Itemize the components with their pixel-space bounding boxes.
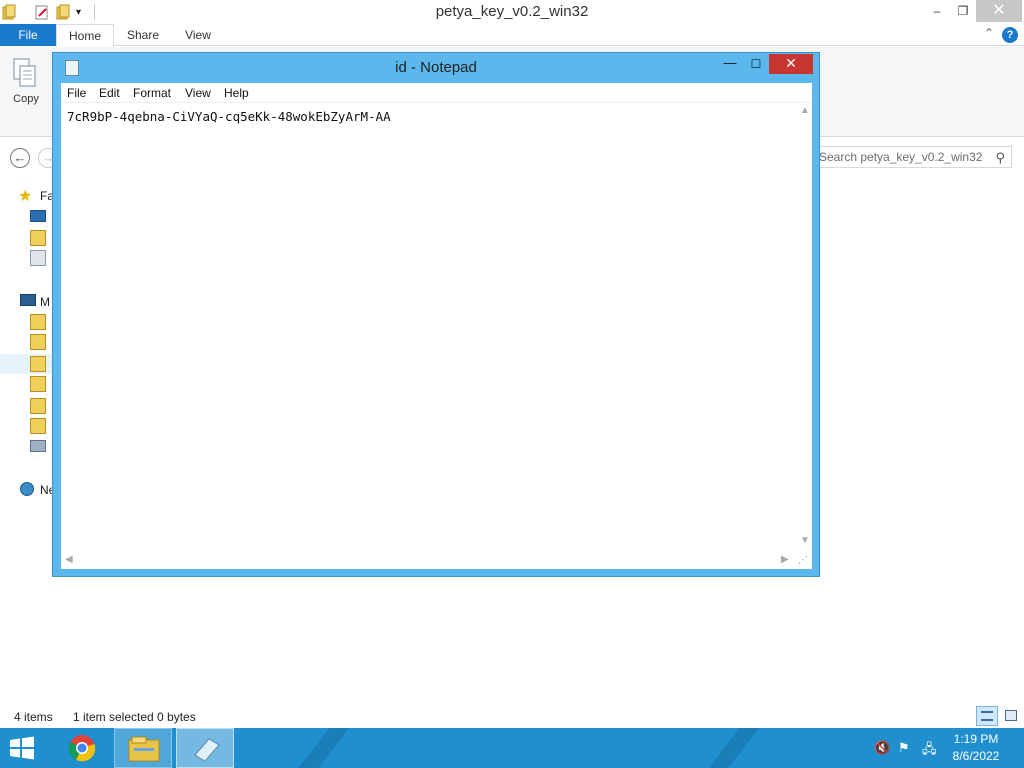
pictures-folder-icon[interactable] — [30, 398, 46, 414]
notepad-close-button[interactable]: ✕ — [769, 54, 813, 74]
notepad-title: id - Notepad — [395, 59, 477, 76]
menu-help[interactable]: Help — [224, 86, 249, 100]
notepad-maximize-button[interactable]: ☐ — [743, 55, 769, 75]
copy-icon — [12, 57, 38, 92]
star-icon: ★ — [18, 188, 33, 205]
copy-label: Copy — [13, 93, 39, 105]
navigation-pane: ★ Fa M Ne — [0, 178, 60, 708]
explorer-title: petya_key_v0.2_win32 — [435, 3, 589, 20]
menu-file[interactable]: File — [67, 86, 86, 100]
menu-edit[interactable]: Edit — [99, 86, 120, 100]
scroll-left-icon[interactable]: ◀ — [65, 554, 73, 565]
search-input[interactable] — [819, 150, 987, 164]
chrome-icon — [68, 734, 96, 765]
music-folder-icon[interactable] — [30, 376, 46, 392]
desktop-icon[interactable] — [30, 210, 46, 222]
downloads-folder-icon[interactable] — [30, 356, 46, 372]
ribbon-tabs: File Home Share View ⌃ ? — [0, 24, 1024, 47]
taskbar-chrome[interactable] — [60, 728, 118, 768]
explorer-close-button[interactable]: ✕ — [976, 0, 1022, 22]
recent-places-icon[interactable] — [30, 250, 46, 266]
speaker-muted-icon[interactable]: 🔇 — [874, 740, 892, 756]
details-view-button[interactable] — [976, 706, 998, 726]
status-bar: 4 items 1 item selected 0 bytes — [0, 706, 1024, 728]
scroll-up-icon[interactable]: ▲ — [800, 105, 810, 116]
nav-computer-label: M — [40, 295, 50, 309]
vertical-scrollbar[interactable]: ▲ ▼ — [796, 103, 812, 551]
help-icon[interactable]: ? — [1002, 27, 1018, 43]
videos-folder-icon[interactable] — [30, 418, 46, 434]
clock-time[interactable]: 1:19 PM — [946, 732, 1006, 746]
taskbar: 🔇 ⚑ 🖧 1:19 PM 8/6/2022 — [0, 728, 1024, 768]
scroll-right-icon[interactable]: ▶ — [781, 554, 789, 565]
notepad-titlebar[interactable]: id - Notepad — ☐ ✕ — [53, 53, 819, 83]
item-count: 4 items — [14, 710, 53, 724]
tab-view[interactable]: View — [172, 24, 224, 46]
scroll-down-icon[interactable]: ▼ — [800, 535, 810, 546]
notepad-text[interactable] — [61, 103, 796, 551]
notepad-edit-area: ▲ ▼ ◀ ▶ ⋰ — [61, 103, 812, 569]
notepad-window: id - Notepad — ☐ ✕ File Edit Format View… — [52, 52, 820, 577]
horizontal-scrollbar[interactable]: ◀ ▶ — [61, 551, 796, 569]
search-icon[interactable]: ⚲ — [995, 150, 1005, 166]
notepad-minimize-button[interactable]: — — [717, 55, 743, 75]
back-button[interactable]: ← — [10, 148, 30, 168]
taskbar-file-explorer[interactable] — [114, 728, 172, 768]
desktop-folder-icon[interactable] — [30, 314, 46, 330]
details-view-icon — [981, 711, 993, 721]
taskbar-notepad[interactable] — [176, 728, 234, 768]
tab-share[interactable]: Share — [116, 24, 170, 46]
large-icons-view-button[interactable] — [1000, 706, 1022, 726]
search-box[interactable]: ⚲ — [812, 146, 1012, 168]
start-button[interactable] — [8, 736, 38, 762]
copy-button[interactable]: Copy — [6, 51, 46, 111]
action-center-icon[interactable]: ⚑ — [898, 740, 916, 756]
menu-format[interactable]: Format — [133, 86, 171, 100]
resize-grip-icon[interactable]: ⋰ — [798, 555, 808, 566]
taskbar-decoration — [282, 728, 358, 768]
menu-view[interactable]: View — [185, 86, 211, 100]
tab-home[interactable]: Home — [56, 24, 114, 47]
expand-ribbon-icon[interactable]: ⌃ — [984, 26, 994, 40]
notepad-taskbar-icon — [191, 735, 221, 766]
explorer-titlebar: ▾ petya_key_v0.2_win32 – ❐ ✕ — [0, 0, 1024, 24]
computer-icon — [20, 294, 36, 306]
network-icon — [20, 482, 34, 496]
documents-folder-icon[interactable] — [30, 334, 46, 350]
downloads-folder-icon[interactable] — [30, 230, 46, 246]
taskbar-decoration — [692, 728, 768, 768]
network-tray-icon[interactable]: 🖧 — [922, 740, 940, 756]
explorer-maximize-button[interactable]: ❐ — [948, 0, 978, 22]
windows-logo-icon — [8, 736, 36, 763]
notepad-menubar: File Edit Format View Help — [61, 83, 812, 103]
file-explorer-icon — [128, 736, 160, 765]
local-disk-icon[interactable] — [30, 440, 46, 452]
clock-date[interactable]: 8/6/2022 — [946, 749, 1006, 763]
selection-info: 1 item selected 0 bytes — [73, 710, 196, 724]
large-icons-view-icon — [1005, 710, 1017, 721]
tab-file[interactable]: File — [0, 24, 56, 46]
